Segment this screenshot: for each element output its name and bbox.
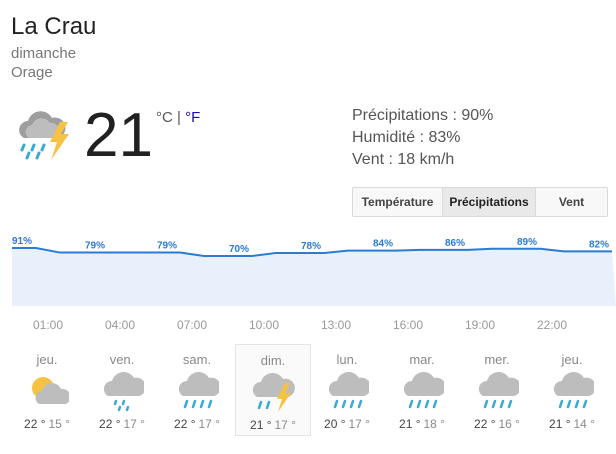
rain-icon — [328, 372, 369, 409]
day-name: dim. — [260, 353, 286, 368]
time-tick-label: 19:00 — [464, 318, 496, 332]
low-temp: 17 ° — [123, 417, 145, 431]
current-day: dimanche — [11, 45, 77, 62]
high-temp: 22 ° — [174, 417, 196, 431]
precipitation-value-label: 70% — [229, 244, 249, 255]
time-tick-label: 10:00 — [248, 318, 280, 332]
tab-temperature[interactable]: Température — [353, 188, 443, 216]
day-temperatures: 22 ° 17 ° — [85, 417, 159, 431]
chart-tabs: Température Précipitations Vent — [352, 187, 608, 217]
day-name: ven. — [109, 352, 135, 367]
time-tick-label: 22:00 — [536, 318, 568, 332]
unit-toggle: °C | °F — [156, 109, 200, 126]
time-tick-label: 04:00 — [104, 318, 136, 332]
rain-icon — [553, 372, 594, 409]
current-condition: Orage — [11, 64, 53, 81]
low-temp: 17 ° — [348, 417, 370, 431]
low-temp: 18 ° — [423, 417, 445, 431]
day-forecast-7[interactable]: jeu. 21 ° 14 ° — [535, 344, 609, 436]
day-name: lun. — [336, 352, 358, 367]
time-tick-label: 13:00 — [320, 318, 352, 332]
time-tick-label: 16:00 — [392, 318, 424, 332]
precipitation-value-label: 84% — [373, 239, 393, 250]
rain-light-icon — [103, 372, 144, 412]
thunderstorm-icon — [19, 111, 69, 160]
day-temperatures: 20 ° 17 ° — [310, 417, 384, 431]
time-tick-label: 01:00 — [32, 318, 64, 332]
day-forecast-6[interactable]: mer. 22 ° 16 ° — [460, 344, 534, 436]
rain-icon — [478, 372, 519, 409]
rain-icon — [403, 372, 444, 409]
day-forecast-3[interactable]: dim. 21 ° 17 ° — [235, 344, 311, 436]
day-temperatures: 22 ° 15 ° — [10, 417, 84, 431]
precipitation-value-label: 89% — [517, 237, 537, 248]
day-temperatures: 21 ° 17 ° — [236, 418, 310, 432]
day-forecast-5[interactable]: mar. 21 ° 18 ° — [385, 344, 459, 436]
day-forecast-2[interactable]: sam. 22 ° 17 ° — [160, 344, 234, 436]
day-name: mer. — [484, 352, 510, 367]
day-temperatures: 22 ° 17 ° — [160, 417, 234, 431]
unit-separator: | — [172, 109, 186, 126]
rain-icon — [178, 372, 219, 409]
high-temp: 21 ° — [549, 417, 571, 431]
precipitation-value-label: 86% — [445, 238, 465, 249]
high-temp: 22 ° — [24, 417, 46, 431]
day-temperatures: 21 ° 18 ° — [385, 417, 459, 431]
thunderstorm-icon — [252, 373, 295, 412]
location-title: La Crau — [11, 13, 97, 40]
low-temp: 14 ° — [573, 417, 595, 431]
low-temp: 17 ° — [198, 417, 220, 431]
day-temperatures: 21 ° 14 ° — [535, 417, 609, 431]
day-name: mar. — [409, 352, 435, 367]
day-name: jeu. — [561, 352, 583, 367]
wind-stat: Vent : 18 km/h — [352, 151, 455, 168]
day-forecast-4[interactable]: lun. 20 ° 17 ° — [310, 344, 384, 436]
time-tick-label: 07:00 — [176, 318, 208, 332]
precipitation-value-label: 82% — [589, 239, 609, 250]
day-forecast-1[interactable]: ven. 22 ° 17 ° — [85, 344, 159, 436]
day-forecast-0[interactable]: jeu. 22 ° 15 ° — [10, 344, 84, 436]
tab-precipitation[interactable]: Précipitations — [443, 188, 536, 216]
day-name: sam. — [182, 352, 212, 367]
high-temp: 22 ° — [474, 417, 496, 431]
precipitation-area — [12, 248, 616, 306]
precipitation-value-label: 78% — [301, 241, 321, 252]
day-name: jeu. — [36, 352, 58, 367]
low-temp: 15 ° — [48, 417, 70, 431]
precipitation-stat: Précipitations : 90% — [352, 107, 494, 124]
precipitation-value-label: 79% — [85, 241, 105, 252]
day-temperatures: 22 ° 16 ° — [460, 417, 534, 431]
celsius-unit[interactable]: °C — [156, 109, 173, 126]
current-temperature: 21 — [84, 101, 153, 170]
tab-wind[interactable]: Vent — [536, 188, 607, 216]
precipitation-value-label: 91% — [12, 236, 32, 247]
partly-cloudy-icon — [32, 377, 69, 404]
humidity-stat: Humidité : 83% — [352, 129, 461, 146]
precipitation-chart: 91% 79% 79% 70% 78% 84% 86% 89% 82% — [12, 236, 616, 306]
high-temp: 21 ° — [250, 418, 272, 432]
high-temp: 20 ° — [324, 417, 346, 431]
precipitation-value-label: 79% — [157, 241, 177, 252]
fahrenheit-unit[interactable]: °F — [185, 109, 200, 126]
time-axis: 01:00 04:00 07:00 10:00 13:00 16:00 19:00 22:00 — [0, 318, 616, 334]
high-temp: 22 ° — [99, 417, 121, 431]
low-temp: 17 ° — [274, 418, 296, 432]
low-temp: 16 ° — [498, 417, 520, 431]
high-temp: 21 ° — [399, 417, 421, 431]
